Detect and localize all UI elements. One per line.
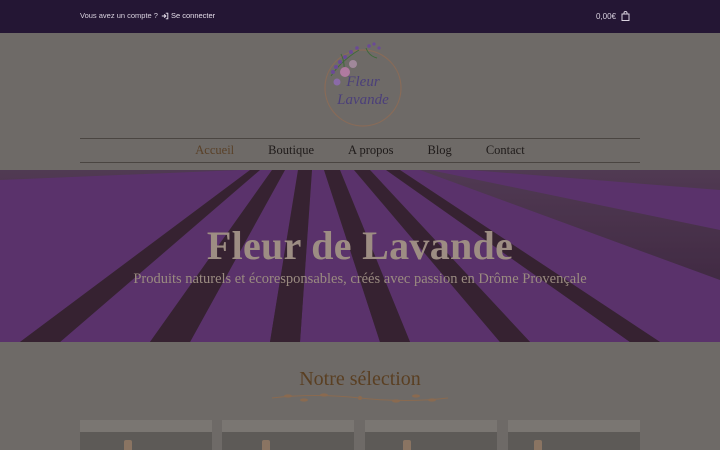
product-bottle	[124, 440, 132, 450]
product-bottle	[403, 440, 411, 450]
product-card[interactable]	[222, 420, 354, 450]
nav-item-accueil[interactable]: Accueil	[195, 143, 234, 158]
nav-rule-bottom	[80, 162, 640, 163]
nav-item-blog[interactable]: Blog	[428, 143, 452, 158]
login-link[interactable]: Se connecter	[161, 11, 215, 20]
product-bottle	[262, 440, 270, 450]
nav-item-contact[interactable]: Contact	[486, 143, 525, 158]
account-prompt: Vous avez un compte ?	[80, 11, 158, 20]
product-card[interactable]	[80, 420, 212, 450]
product-card[interactable]	[508, 420, 640, 450]
product-bottle	[534, 440, 542, 450]
product-card[interactable]	[365, 420, 497, 450]
hero-subtitle: Produits naturels et écoresponsables, cr…	[133, 271, 587, 287]
top-bar: Vous avez un compte ? Se connecter 0,00€	[0, 0, 720, 33]
account-area: Vous avez un compte ? Se connecter	[80, 11, 215, 20]
cart-button[interactable]: 0,00€	[596, 11, 630, 21]
main-nav: Accueil Boutique A propos Blog Contact	[80, 138, 640, 162]
product-image	[508, 420, 640, 432]
floral-divider-icon	[271, 393, 449, 403]
product-image	[365, 420, 497, 432]
cart-total: 0,00€	[596, 11, 617, 21]
product-image	[222, 420, 354, 432]
logo-text-line2: Lavande	[336, 92, 389, 108]
shopping-bag-icon	[621, 11, 630, 21]
logo-text-line1: Fleur	[345, 74, 379, 90]
section-title: Notre sélection	[299, 368, 421, 390]
hero-title: Fleur de Lavande	[206, 223, 514, 268]
nav-item-a-propos[interactable]: A propos	[348, 143, 394, 158]
nav-item-boutique[interactable]: Boutique	[268, 143, 314, 158]
product-image	[80, 420, 212, 432]
login-label: Se connecter	[170, 11, 216, 20]
login-icon	[161, 12, 169, 19]
site-logo[interactable]: Fleur Lavande	[311, 36, 407, 132]
